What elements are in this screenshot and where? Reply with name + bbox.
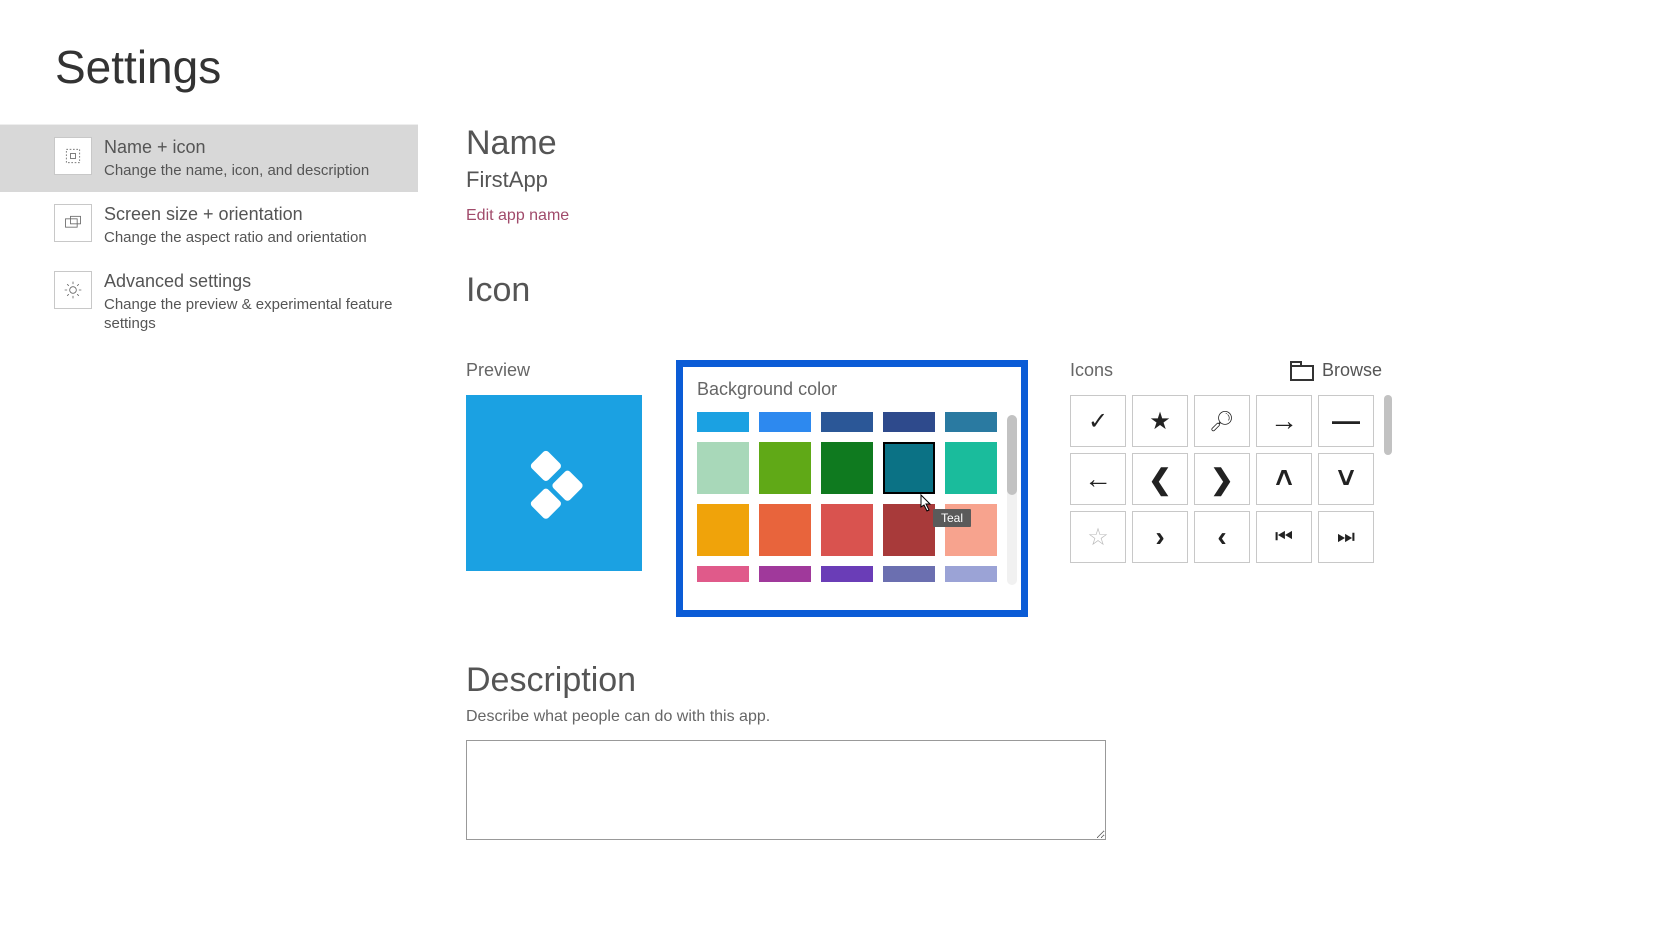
- sidebar-item-desc: Change the preview & experimental featur…: [104, 295, 402, 334]
- icons-scrollbar-thumb[interactable]: [1384, 395, 1392, 455]
- chevron-up-bold-icon-option[interactable]: ˄: [1256, 453, 1312, 505]
- sidebar-item-screen[interactable]: Screen size + orientationChange the aspe…: [0, 192, 418, 259]
- color-swatch[interactable]: [697, 504, 749, 556]
- app-name-value: FirstApp: [466, 167, 1680, 193]
- preview-tile: [466, 395, 642, 571]
- icons-label: Icons: [1070, 360, 1113, 381]
- chevron-right-bold-icon-option[interactable]: ❯: [1194, 453, 1250, 505]
- color-swatch[interactable]: [759, 412, 811, 432]
- sidebar-item-desc: Change the name, icon, and description: [104, 161, 369, 181]
- check-icon-option[interactable]: ✓: [1070, 395, 1126, 447]
- swatch-grid: [697, 412, 1005, 592]
- angle-right-icon: ›: [1155, 521, 1164, 553]
- skip-prev-icon: ⏮: [1275, 526, 1293, 549]
- preview-app-icon: [509, 438, 599, 528]
- chevron-left-bold-icon: ❮: [1148, 463, 1171, 496]
- sidebar-item-gear[interactable]: Advanced settingsChange the preview & ex…: [0, 259, 418, 346]
- color-swatch[interactable]: [883, 566, 935, 582]
- sidebar-item-title: Name + icon: [104, 137, 369, 159]
- bgcolor-highlight-box: Background color Teal: [676, 360, 1028, 617]
- folder-icon: [1290, 361, 1314, 381]
- star-outline-icon: ☆: [1087, 523, 1109, 552]
- color-swatch[interactable]: [821, 504, 873, 556]
- arrow-right-icon-option[interactable]: →: [1256, 395, 1312, 447]
- search-icon: 🔍︎: [1209, 409, 1234, 434]
- chevron-right-bold-icon: ❯: [1210, 463, 1233, 496]
- arrow-left-icon-option[interactable]: ←: [1070, 453, 1126, 505]
- color-swatch[interactable]: [759, 566, 811, 582]
- color-swatch[interactable]: [883, 504, 935, 556]
- color-swatch[interactable]: [697, 442, 749, 494]
- swatch-scrollbar-thumb[interactable]: [1007, 415, 1017, 495]
- icons-grid: ✓ ★ 🔍︎ → — ← ❮ ❯ ˄ ˅ ☆ › ‹ ⏮ ⏭: [1070, 395, 1376, 563]
- sidebar-item-desc: Change the aspect ratio and orientation: [104, 228, 367, 248]
- color-swatch[interactable]: [821, 442, 873, 494]
- star-filled-icon-option[interactable]: ★: [1132, 395, 1188, 447]
- bgcolor-column: Background color Teal: [676, 360, 1028, 617]
- browse-button[interactable]: Browse: [1290, 360, 1382, 381]
- arrow-right-icon: →: [1270, 405, 1298, 437]
- sidebar-item-name[interactable]: Name + iconChange the name, icon, and de…: [0, 125, 418, 192]
- description-textarea[interactable]: [466, 740, 1106, 840]
- skip-next-icon-option[interactable]: ⏭: [1318, 511, 1374, 563]
- browse-label: Browse: [1322, 360, 1382, 381]
- color-swatch[interactable]: [821, 412, 873, 432]
- skip-next-icon: ⏭: [1337, 526, 1355, 549]
- sidebar-item-title: Screen size + orientation: [104, 204, 367, 226]
- angle-left-icon: ‹: [1217, 521, 1226, 553]
- icons-column: Icons Browse ✓ ★ 🔍︎ → — ← ❮ ❯ ˄ ˅ ☆ › ‹ ⏮ ⏭: [1070, 360, 1382, 563]
- icon-heading: Icon: [466, 271, 1680, 310]
- color-swatch[interactable]: [697, 566, 749, 582]
- description-hint: Describe what people can do with this ap…: [466, 708, 1680, 726]
- star-filled-icon: ★: [1149, 407, 1171, 436]
- edit-app-name-link[interactable]: Edit app name: [466, 207, 569, 225]
- color-swatch[interactable]: [945, 442, 997, 494]
- description-heading: Description: [466, 661, 1680, 700]
- bgcolor-label: Background color: [697, 379, 1001, 400]
- preview-column: Preview: [466, 360, 676, 571]
- description-section: Description Describe what people can do …: [466, 661, 1680, 845]
- arrow-left-icon: ←: [1084, 463, 1112, 495]
- name-heading: Name: [466, 124, 1680, 163]
- star-outline-icon-option[interactable]: ☆: [1070, 511, 1126, 563]
- color-swatch[interactable]: [697, 412, 749, 432]
- color-swatch[interactable]: [759, 442, 811, 494]
- chevron-up-bold-icon: ˄: [1275, 462, 1293, 496]
- chevron-down-bold-icon-option[interactable]: ˅: [1318, 453, 1374, 505]
- angle-right-icon-option[interactable]: ›: [1132, 511, 1188, 563]
- preview-label: Preview: [466, 360, 676, 381]
- swatch-scrollbar[interactable]: [1007, 415, 1017, 585]
- angle-left-icon-option[interactable]: ‹: [1194, 511, 1250, 563]
- color-swatch[interactable]: [945, 566, 997, 582]
- page-title: Settings: [0, 0, 1680, 124]
- chevron-left-bold-icon-option[interactable]: ❮: [1132, 453, 1188, 505]
- color-swatch[interactable]: [821, 566, 873, 582]
- minus-icon: —: [1332, 405, 1360, 437]
- minus-icon-option[interactable]: —: [1318, 395, 1374, 447]
- skip-prev-icon-option[interactable]: ⏮: [1256, 511, 1312, 563]
- color-swatch[interactable]: [883, 442, 935, 494]
- color-swatch[interactable]: [883, 412, 935, 432]
- name-icon: [54, 137, 92, 175]
- check-icon: ✓: [1088, 407, 1108, 436]
- sidebar-item-title: Advanced settings: [104, 271, 402, 293]
- sidebar: Name + iconChange the name, icon, and de…: [0, 124, 418, 885]
- search-icon-option[interactable]: 🔍︎: [1194, 395, 1250, 447]
- name-section: Name FirstApp Edit app name: [466, 124, 1680, 225]
- chevron-down-bold-icon: ˅: [1337, 462, 1355, 496]
- gear-icon: [54, 271, 92, 309]
- main-content: Name FirstApp Edit app name Icon Preview: [418, 124, 1680, 885]
- color-swatch[interactable]: [759, 504, 811, 556]
- screen-icon: [54, 204, 92, 242]
- color-swatch[interactable]: [945, 412, 997, 432]
- color-swatch[interactable]: [945, 504, 997, 556]
